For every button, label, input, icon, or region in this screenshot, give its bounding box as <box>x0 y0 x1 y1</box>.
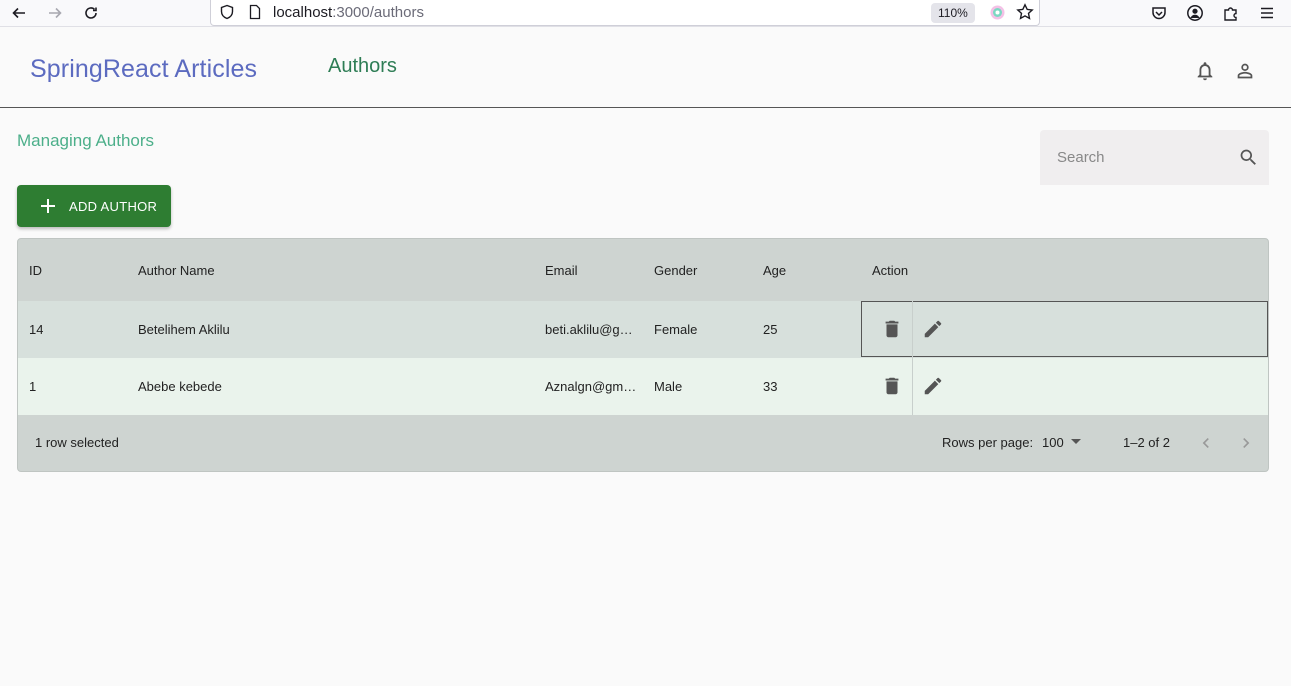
cell-email: Aznalgn@gm… <box>545 379 637 394</box>
column-header-age[interactable]: Age <box>763 263 786 278</box>
bell-icon[interactable] <box>1194 60 1216 82</box>
cell-email: beti.aklilu@g… <box>545 322 633 337</box>
forward-icon[interactable] <box>44 2 66 24</box>
table-row[interactable]: 1 Abebe kebede Aznalgn@gm… Male 33 <box>18 358 1268 415</box>
plus-icon <box>41 199 55 213</box>
pocket-icon[interactable] <box>1150 4 1168 22</box>
cell-author-name: Betelihem Aklilu <box>138 322 230 337</box>
action-divider <box>912 358 913 415</box>
trash-icon[interactable] <box>881 318 903 340</box>
shield-icon[interactable] <box>219 4 235 20</box>
table-row[interactable]: 14 Betelihem Aklilu beti.aklilu@g… Femal… <box>18 301 1268 358</box>
table-header: ID Author Name Email Gender Age Action <box>18 239 1268 301</box>
action-divider <box>912 301 913 358</box>
cell-id: 14 <box>29 322 44 337</box>
bookmark-star-icon[interactable] <box>1016 3 1034 21</box>
column-header-id[interactable]: ID <box>29 263 42 278</box>
url-text: localhost:3000/authors <box>273 4 424 21</box>
cell-age: 25 <box>763 322 778 337</box>
cell-gender: Male <box>654 379 683 394</box>
next-page-icon[interactable] <box>1236 433 1256 453</box>
rows-per-page-select[interactable]: 100 <box>1042 435 1064 450</box>
column-header-author-name[interactable]: Author Name <box>138 263 215 278</box>
search-field[interactable] <box>1040 130 1269 185</box>
nav-link-authors[interactable]: Authors <box>328 55 397 78</box>
cell-id: 1 <box>29 379 37 394</box>
url-path: :3000/authors <box>332 4 424 21</box>
page-title: Managing Authors <box>17 131 155 150</box>
cell-age: 33 <box>763 379 778 394</box>
pagination-range: 1–2 of 2 <box>1123 435 1170 450</box>
rows-per-page-label: Rows per page: <box>942 435 1034 450</box>
chevron-down-icon[interactable] <box>1071 439 1081 444</box>
page-icon <box>249 4 261 20</box>
menu-icon[interactable] <box>1258 4 1276 22</box>
reload-icon[interactable] <box>80 2 102 24</box>
extensions-puzzle-icon[interactable] <box>1222 4 1240 22</box>
cell-author-name: Abebe kebede <box>138 379 222 394</box>
previous-page-icon[interactable] <box>1196 433 1216 453</box>
url-host: localhost <box>273 4 333 21</box>
add-author-button[interactable]: ADD AUTHOR <box>17 185 171 227</box>
column-header-email[interactable]: Email <box>545 263 578 278</box>
column-header-action: Action <box>872 263 909 278</box>
add-author-label: ADD AUTHOR <box>69 198 158 214</box>
table-footer: 1 row selected Rows per page: 100 1–2 of… <box>18 415 1268 471</box>
column-header-gender[interactable]: Gender <box>654 263 697 278</box>
search-input[interactable] <box>1040 130 1230 185</box>
app-header: SpringReact Articles Authors <box>0 33 1291 108</box>
person-icon[interactable] <box>1234 60 1256 82</box>
browser-toolbar: localhost:3000/authors 110% <box>0 0 1291 27</box>
brand-title[interactable]: SpringReact Articles <box>30 55 257 84</box>
extension-icon[interactable] <box>989 4 1006 21</box>
account-icon[interactable] <box>1186 4 1204 22</box>
authors-table: ID Author Name Email Gender Age Action 1… <box>17 238 1269 472</box>
selection-count: 1 row selected <box>35 435 119 450</box>
trash-icon[interactable] <box>881 375 903 397</box>
cell-gender: Female <box>654 322 698 337</box>
url-bar[interactable]: localhost:3000/authors 110% <box>210 0 1040 26</box>
pencil-icon[interactable] <box>922 318 944 340</box>
search-icon[interactable] <box>1238 147 1259 168</box>
pencil-icon[interactable] <box>922 375 944 397</box>
back-icon[interactable] <box>8 2 30 24</box>
zoom-badge[interactable]: 110% <box>931 3 975 23</box>
